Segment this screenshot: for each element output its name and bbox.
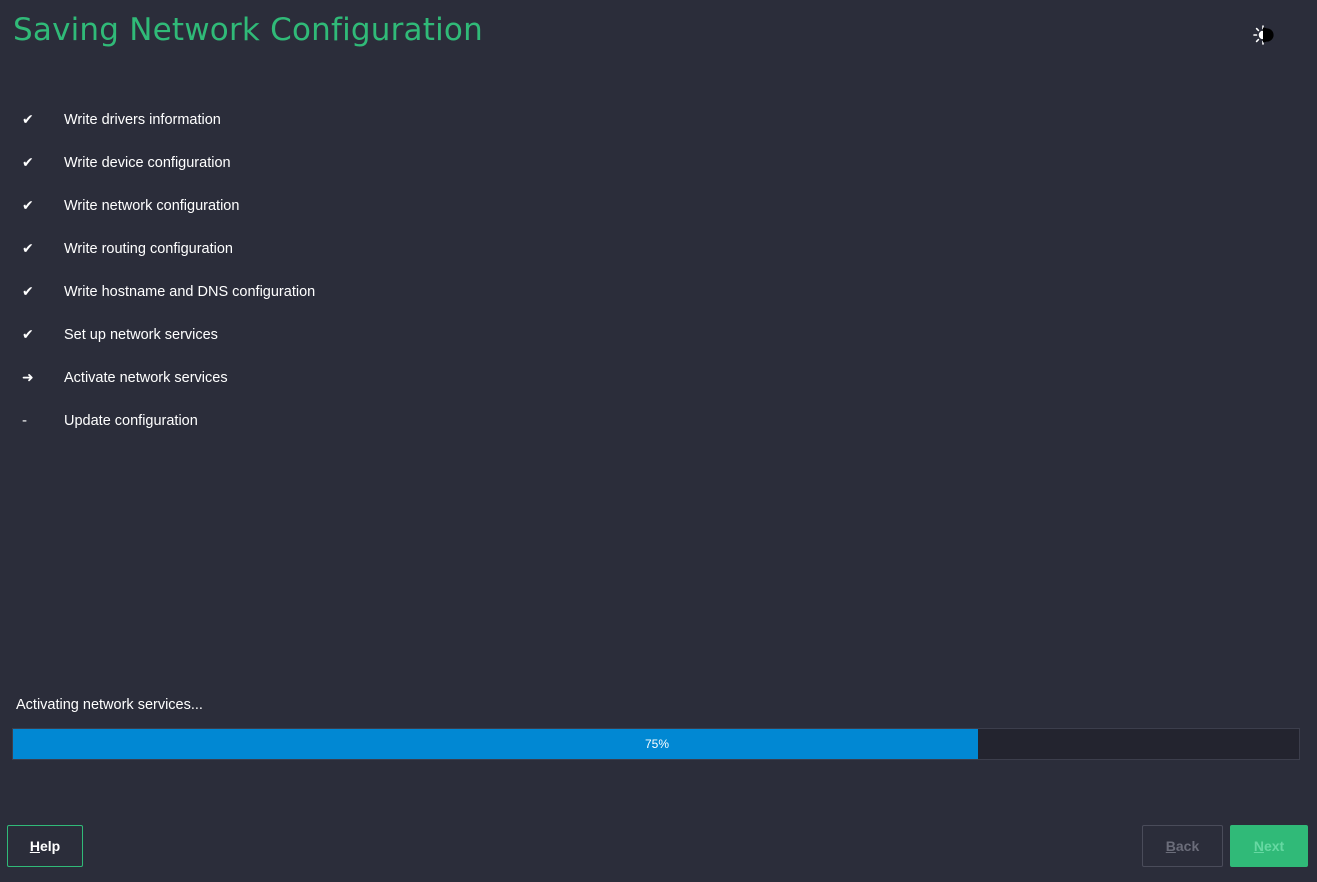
step-item-pending: - Update configuration (22, 399, 315, 442)
next-button[interactable]: Next (1230, 825, 1308, 867)
step-label: Update configuration (64, 412, 198, 429)
step-label: Write routing configuration (64, 240, 233, 257)
progress-bar: 75% (12, 728, 1300, 760)
step-item: ✔ Set up network services (22, 313, 315, 356)
help-button-label: elp (39, 838, 61, 854)
step-item: ✔ Write drivers information (22, 98, 315, 141)
page-title: Saving Network Configuration (13, 12, 483, 48)
theme-toggle-button[interactable] (1248, 24, 1282, 46)
check-icon: ✔ (22, 283, 34, 300)
check-icon: ✔ (22, 197, 34, 214)
back-button[interactable]: Back (1142, 825, 1223, 867)
arrow-right-icon: ➜ (22, 369, 34, 386)
step-label: Write network configuration (64, 197, 240, 214)
step-item: ✔ Write network configuration (22, 184, 315, 227)
progress-status-text: Activating network services... (16, 697, 203, 713)
dash-icon: - (22, 412, 28, 429)
step-item-current: ➜ Activate network services (22, 356, 315, 399)
step-label: Write drivers information (64, 111, 221, 128)
step-label: Write device configuration (64, 154, 231, 171)
back-button-mnemonic: B (1165, 838, 1176, 854)
next-button-label: ext (1263, 838, 1285, 854)
progress-percent-label: 75% (644, 737, 670, 751)
help-button-mnemonic: H (29, 838, 40, 854)
step-label: Set up network services (64, 326, 218, 343)
step-item: ✔ Write device configuration (22, 141, 315, 184)
step-label: Activate network services (64, 369, 228, 386)
step-item: ✔ Write routing configuration (22, 227, 315, 270)
check-icon: ✔ (22, 326, 34, 343)
brightness-contrast-icon (1253, 25, 1274, 45)
check-icon: ✔ (22, 154, 34, 171)
step-item: ✔ Write hostname and DNS configuration (22, 270, 315, 313)
check-icon: ✔ (22, 240, 34, 257)
next-button-mnemonic: N (1253, 838, 1264, 854)
step-list: ✔ Write drivers information ✔ Write devi… (22, 98, 315, 442)
help-button[interactable]: Help (7, 825, 83, 867)
back-button-label: ack (1175, 838, 1200, 854)
check-icon: ✔ (22, 111, 34, 128)
step-label: Write hostname and DNS configuration (64, 283, 316, 300)
